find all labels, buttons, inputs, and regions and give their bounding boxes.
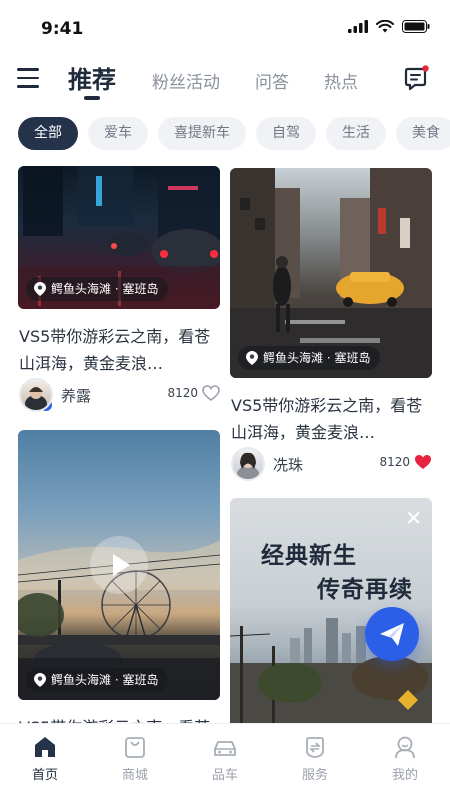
- post-author-row: 养露 8120: [19, 377, 220, 413]
- like-count-text: 8120: [379, 455, 410, 469]
- like-count-text: 8120: [167, 386, 198, 400]
- tab-label: 问答: [255, 73, 289, 93]
- like-count: 8120: [379, 454, 432, 470]
- post-title[interactable]: VS5带你游彩云之南，看苍山洱海，黄金麦浪…: [231, 392, 436, 446]
- tab-hot[interactable]: 热点: [324, 56, 358, 93]
- bag-icon: [125, 737, 145, 758]
- signal-icon: [348, 20, 368, 33]
- service-icon: [306, 737, 324, 758]
- wifi-icon: [376, 20, 394, 33]
- location-text: 鳄鱼头海滩 · 塞班岛: [51, 282, 159, 296]
- chip-self-drive[interactable]: 自驾: [256, 117, 316, 150]
- send-icon: [380, 623, 404, 646]
- publish-button[interactable]: [365, 607, 419, 661]
- bottom-navigation: 首页 商城 品车 服务 我的: [0, 723, 450, 800]
- location-tag: 鳄鱼头海滩 · 塞班岛: [26, 277, 169, 301]
- ad-headline-line2: 传奇再续: [317, 577, 413, 603]
- like-count: 8120: [167, 385, 220, 401]
- post-title[interactable]: VS5带你游彩云之南，看苍山洱海，黄金麦浪…: [19, 323, 224, 377]
- nav-label: 服务: [301, 768, 328, 783]
- post-image[interactable]: 鳄鱼头海滩 · 塞班岛: [18, 166, 220, 309]
- chip-life[interactable]: 生活: [326, 117, 386, 150]
- menu-icon[interactable]: [17, 68, 41, 88]
- location-text: 鳄鱼头海滩 · 塞班岛: [51, 673, 159, 687]
- nav-service[interactable]: 服务: [270, 724, 360, 800]
- tab-fan-activities[interactable]: 粉丝活动: [152, 56, 220, 93]
- close-icon[interactable]: ✕: [405, 506, 422, 530]
- tab-label: 粉丝活动: [152, 73, 220, 93]
- top-header: 推荐 粉丝活动 问答 热点: [0, 56, 450, 106]
- chip-food[interactable]: 美食: [396, 117, 450, 150]
- chip-new-car[interactable]: 喜提新车: [158, 117, 246, 150]
- nav-label: 商城: [121, 768, 148, 783]
- location-pin-icon: [34, 282, 46, 296]
- play-icon[interactable]: [90, 536, 148, 594]
- nav-profile[interactable]: 我的: [360, 724, 450, 800]
- status-bar: 9:41: [0, 0, 450, 56]
- post-title[interactable]: VS5带你游彩云之南，看苍: [19, 714, 224, 723]
- category-chips: 全部 爱车 喜提新车 自驾 生活 美食: [18, 117, 450, 150]
- post-author-row: 冼珠 8120: [231, 446, 432, 482]
- post-image[interactable]: 鳄鱼头海滩 · 塞班岛: [230, 168, 432, 378]
- location-tag: 鳄鱼头海滩 · 塞班岛: [238, 346, 381, 370]
- nav-label: 首页: [31, 768, 58, 783]
- author-name[interactable]: 冼珠: [273, 454, 303, 475]
- ad-headline-line1: 经典新生: [261, 543, 357, 569]
- status-icons: [348, 20, 430, 33]
- location-pin-icon: [34, 673, 46, 687]
- avatar[interactable]: [19, 378, 53, 412]
- heart-outline-icon[interactable]: [202, 385, 220, 401]
- location-pin-icon: [246, 351, 258, 365]
- nav-mall[interactable]: 商城: [90, 724, 180, 800]
- chip-all[interactable]: 全部: [18, 117, 78, 150]
- battery-icon: [402, 20, 430, 33]
- author-name[interactable]: 养露: [61, 385, 91, 406]
- car-icon: [214, 741, 236, 756]
- location-text: 鳄鱼头海滩 · 塞班岛: [263, 351, 371, 365]
- status-time: 9:41: [41, 19, 84, 39]
- top-tabs: 推荐 粉丝活动 问答 热点: [68, 56, 393, 106]
- post-video-thumbnail[interactable]: 鳄鱼头海滩 · 塞班岛: [18, 430, 220, 700]
- profile-icon: [395, 736, 415, 759]
- tab-qa[interactable]: 问答: [255, 56, 289, 93]
- tab-label: 推荐: [68, 66, 116, 94]
- active-tab-indicator: [84, 96, 100, 100]
- heart-filled-icon[interactable]: [414, 454, 432, 470]
- home-icon: [35, 737, 55, 757]
- nav-label: 品车: [211, 768, 238, 783]
- message-icon[interactable]: [402, 65, 430, 93]
- nav-home[interactable]: 首页: [0, 724, 90, 800]
- nav-label: 我的: [391, 768, 418, 783]
- nav-cars[interactable]: 品车: [180, 724, 270, 800]
- avatar[interactable]: [231, 447, 265, 481]
- location-tag: 鳄鱼头海滩 · 塞班岛: [26, 668, 169, 692]
- tab-label: 热点: [324, 73, 358, 93]
- tab-recommend[interactable]: 推荐: [68, 56, 116, 100]
- chip-car-love[interactable]: 爱车: [88, 117, 148, 150]
